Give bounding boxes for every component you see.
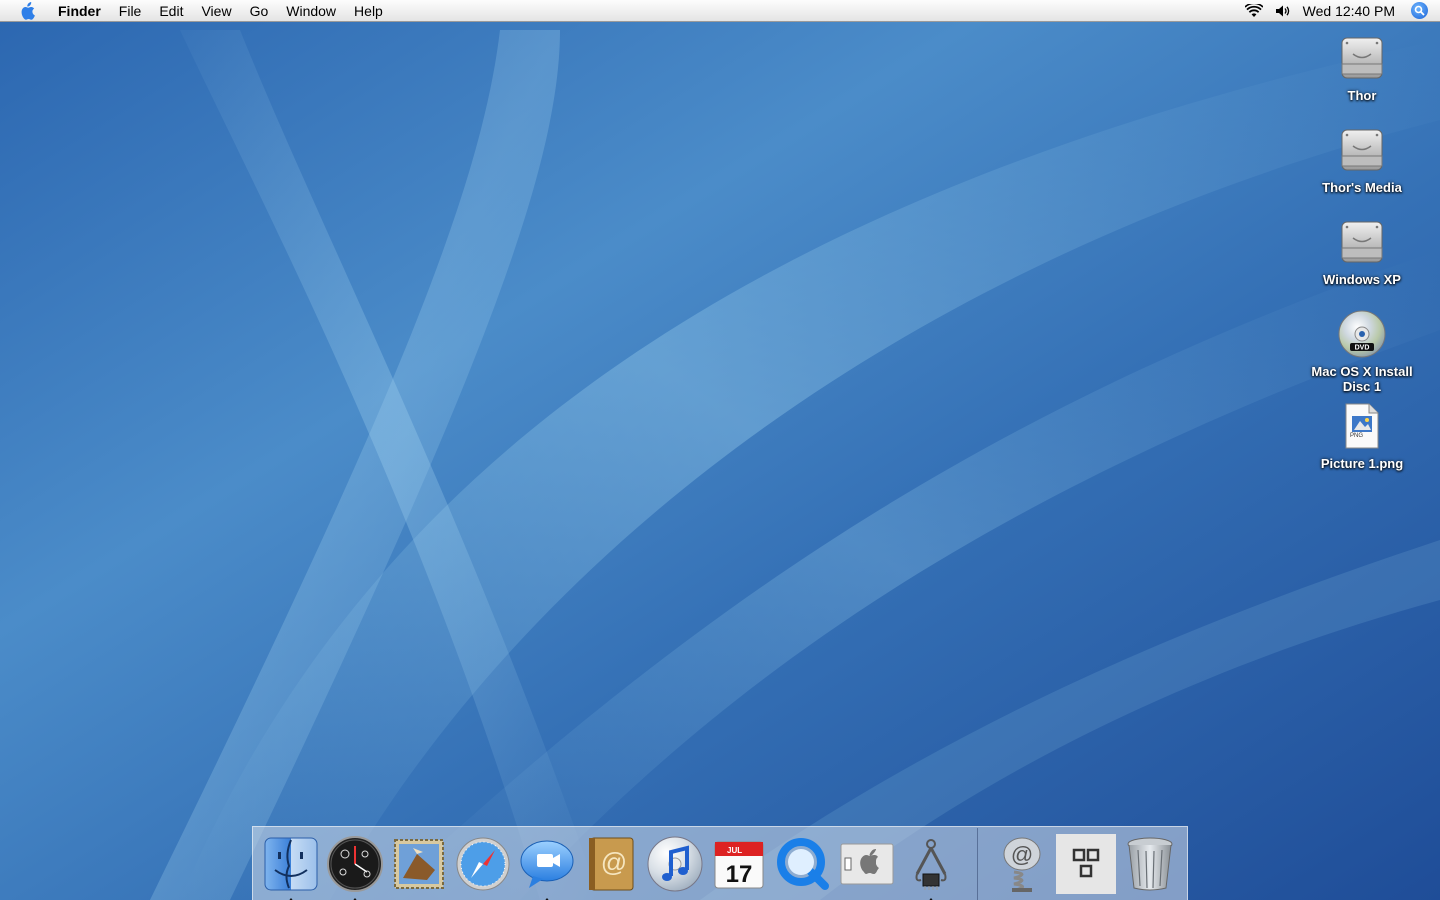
desktop-icon-label: Picture 1.png xyxy=(1320,456,1404,471)
menu-view[interactable]: View xyxy=(192,0,240,22)
ichat-icon[interactable] xyxy=(517,832,577,900)
url-spring-icon[interactable]: @ xyxy=(992,832,1052,896)
desktop-icon-thor[interactable]: Thor xyxy=(1292,30,1432,103)
svg-text:DVD: DVD xyxy=(1355,345,1370,352)
desktop-icon-windows-xp[interactable]: Windows XP xyxy=(1292,214,1432,287)
minimized-window-icon[interactable] xyxy=(1056,832,1116,896)
dock: @ JUL 17 @ xyxy=(252,826,1188,900)
wifi-icon[interactable] xyxy=(1244,3,1263,18)
desktop-icon-label: Mac OS X Install Disc 1 xyxy=(1311,364,1413,394)
hard-drive-icon xyxy=(1334,122,1390,178)
volume-icon[interactable] xyxy=(1275,4,1291,18)
svg-text:@: @ xyxy=(1011,842,1033,867)
menu-file[interactable]: File xyxy=(110,0,151,22)
safari-icon[interactable] xyxy=(453,832,513,896)
spotlight-icon[interactable] xyxy=(1411,2,1428,19)
hard-drive-icon xyxy=(1334,30,1390,86)
menu-window[interactable]: Window xyxy=(277,0,345,22)
desktop-icon-label: Thor's Media xyxy=(1322,180,1402,195)
ical-day: 17 xyxy=(726,861,753,888)
png-badge: PNG xyxy=(1350,433,1364,439)
svg-text:@: @ xyxy=(601,847,627,877)
menu-help[interactable]: Help xyxy=(345,0,392,22)
mail-icon[interactable] xyxy=(389,832,449,896)
desktop-icon-thors-media[interactable]: Thor's Media xyxy=(1292,122,1432,195)
desktop-icon-label: Windows XP xyxy=(1323,272,1401,287)
trash-icon[interactable] xyxy=(1120,832,1180,896)
menu-go[interactable]: Go xyxy=(241,0,278,22)
dock-apps: @ JUL 17 xyxy=(259,827,963,900)
finder-icon[interactable] xyxy=(261,832,321,900)
ical-icon[interactable]: JUL 17 xyxy=(709,832,769,896)
hard-drive-icon xyxy=(1334,214,1390,270)
dock-others: @ xyxy=(990,827,1182,900)
dock-separator xyxy=(977,827,978,900)
app-menu-finder[interactable]: Finder xyxy=(49,0,110,22)
system-preferences-icon[interactable] xyxy=(837,832,897,896)
system-profiler-icon[interactable] xyxy=(901,832,961,900)
apple-menu-icon[interactable] xyxy=(0,0,49,22)
desktop[interactable]: Finder File Edit View Go Window Help Wed… xyxy=(0,0,1440,900)
menubar-clock[interactable]: Wed 12:40 PM xyxy=(1303,3,1395,19)
dashboard-icon[interactable] xyxy=(325,832,385,900)
desktop-icon-install-disc[interactable]: DVD Mac OS X Install Disc 1 xyxy=(1292,306,1432,394)
menu-bar: Finder File Edit View Go Window Help Wed… xyxy=(0,0,1440,22)
desktop-icon-picture[interactable]: PNG Picture 1.png xyxy=(1292,398,1432,471)
quicktime-icon[interactable] xyxy=(773,832,833,896)
address-book-icon[interactable]: @ xyxy=(581,832,641,896)
aqua-wallpaper xyxy=(0,0,1440,900)
png-file-icon xyxy=(1334,398,1390,454)
itunes-icon[interactable] xyxy=(645,832,705,896)
menu-edit[interactable]: Edit xyxy=(150,0,192,22)
desktop-icon-label: Thor xyxy=(1347,88,1377,103)
ical-month: JUL xyxy=(727,846,742,855)
dvd-icon: DVD xyxy=(1334,306,1390,362)
